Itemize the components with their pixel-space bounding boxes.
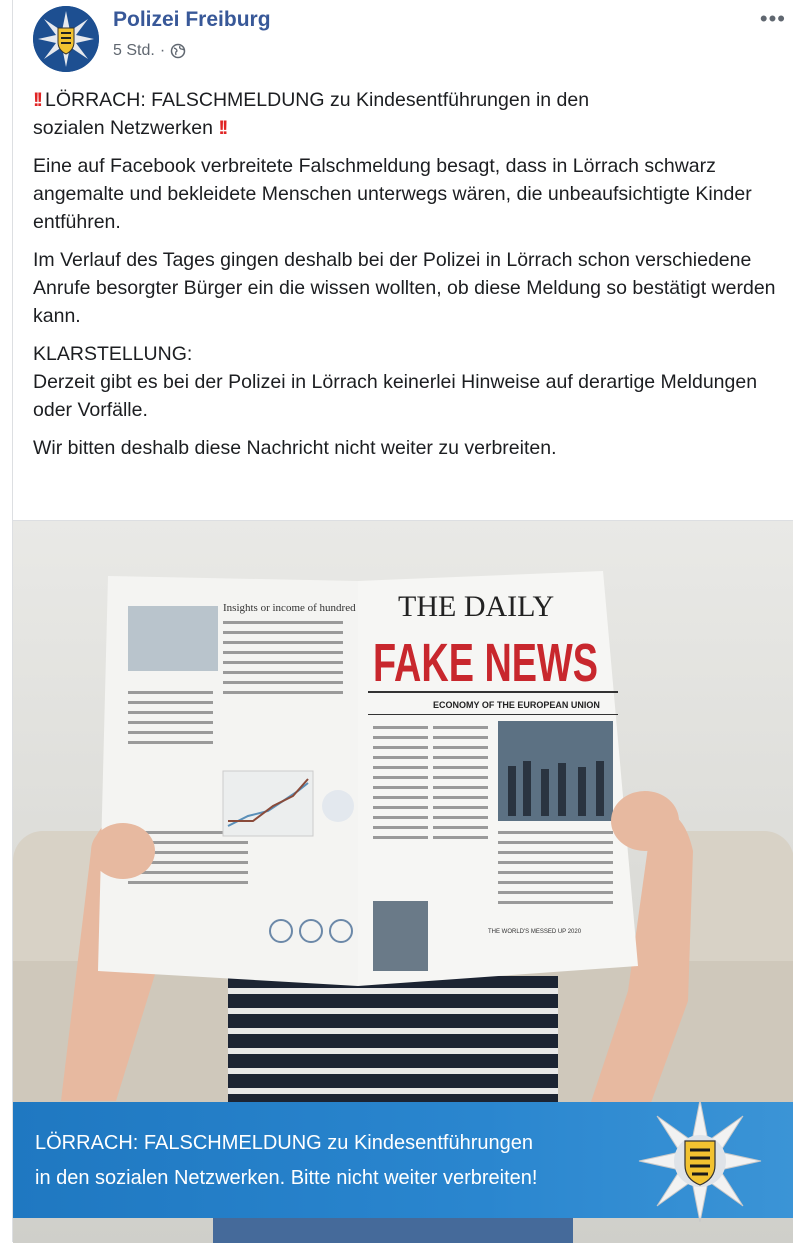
banner-line2: in den sozialen Netzwerken. Bitte nicht … [35, 1167, 538, 1189]
page-avatar[interactable] [33, 6, 99, 72]
post-clarification: KLARSTELLUNG: Derzeit gibt es bei der Po… [33, 340, 783, 424]
double-exclamation-icon: !! [218, 117, 228, 139]
newspaper-footer: THE WORLD'S MESSED UP 2020 [488, 929, 582, 935]
meta-separator: · [159, 42, 166, 59]
post-image-banner: LÖRRACH: FALSCHMELDUNG zu Kindesentführu… [13, 1099, 793, 1223]
globe-icon[interactable] [170, 43, 186, 59]
post-paragraph-1: Eine auf Facebook verbreitete Falschmeld… [33, 155, 752, 233]
post-paragraph-2: Im Verlauf des Tages gingen deshalb bei … [33, 249, 776, 327]
newspaper-title-line1: THE DAILY [398, 590, 554, 623]
facebook-post: Polizei Freiburg 5 Std. · ••• !! LÖRRACH:… [12, 0, 793, 1243]
post-timestamp[interactable]: 5 Std. [113, 42, 155, 60]
post-body: !! LÖRRACH: FALSCHMELDUNG zu Kindesentfüh… [33, 86, 783, 472]
newspaper-subheading: ECONOMY OF THE EUROPEAN UNION [433, 700, 600, 710]
post-meta: 5 Std. · [113, 42, 186, 60]
newspaper-title-line2: FAKE NEWS [373, 633, 598, 693]
banner-line1: LÖRRACH: FALSCHMELDUNG zu Kindesentführu… [35, 1132, 533, 1154]
banner-text: LÖRRACH: FALSCHMELDUNG zu Kindesentführu… [35, 1126, 537, 1196]
clarification-label: KLARSTELLUNG: [33, 343, 193, 365]
police-star-avatar-icon [33, 6, 99, 72]
police-star-logo-icon [638, 1099, 762, 1223]
clarification-text: Derzeit gibt es bei der Polizei in Lörra… [33, 371, 758, 421]
post-headline: !! LÖRRACH: FALSCHMELDUNG zu Kindesentfüh… [33, 86, 783, 142]
headline-line1: LÖRRACH: FALSCHMELDUNG zu Kindesentführu… [45, 89, 590, 111]
more-options-icon[interactable]: ••• [760, 6, 786, 32]
headline-line2: sozialen Netzwerken [33, 117, 213, 139]
post-image[interactable]: Insights or income of hundred million do… [13, 520, 793, 1243]
double-exclamation-icon: !! [33, 89, 43, 111]
post-closing: Wir bitten deshalb diese Nachricht nicht… [33, 437, 557, 459]
page-name-link[interactable]: Polizei Freiburg [113, 8, 271, 32]
